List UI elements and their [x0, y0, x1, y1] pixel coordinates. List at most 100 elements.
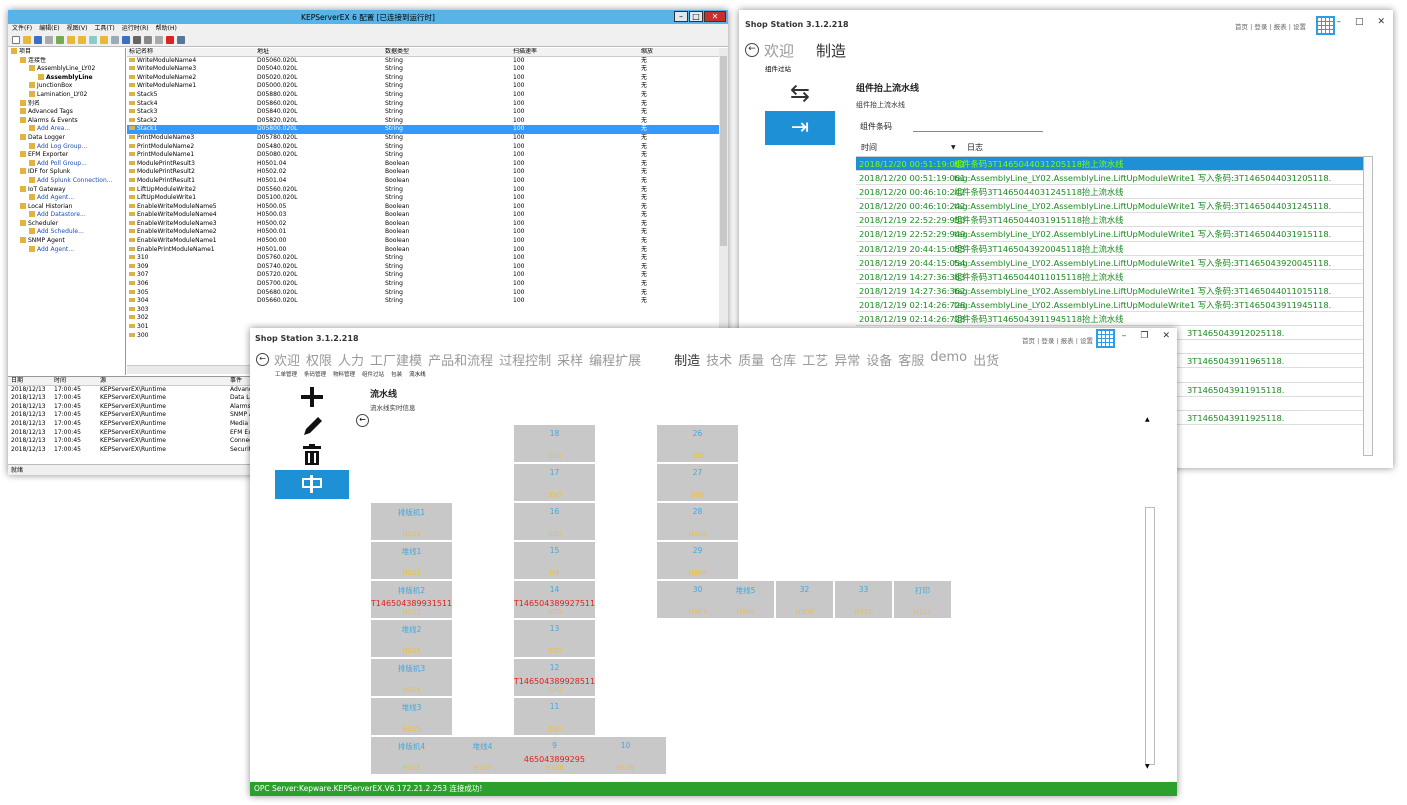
new-channel-icon[interactable] — [67, 36, 75, 44]
table-row[interactable]: EnableWriteModuleName1 H0500.00 Boolean 100… — [127, 237, 719, 246]
nav-item[interactable]: 过程控制 — [499, 350, 551, 369]
tree-item[interactable]: AssemblyLine — [8, 73, 125, 83]
table-row[interactable]: PrintModuleName2 D05480.020L String 100 无 — [127, 143, 719, 152]
line-station[interactable]: 33 H310 — [835, 581, 892, 618]
table-row[interactable]: ModulePrintResult3 H0501.04 Boolean 100 无 — [127, 160, 719, 169]
table-row[interactable]: 303 — [127, 306, 719, 315]
save-icon[interactable] — [34, 36, 42, 44]
line-station[interactable]: 13 300 — [514, 620, 595, 657]
subnav-item[interactable]: 物料管理 — [333, 370, 355, 378]
table-row[interactable]: Stack1 D05800.020L String 100 无 — [127, 125, 719, 134]
log-column-header[interactable]: 时间 — [54, 377, 100, 385]
maximize-button[interactable]: ❐ — [1140, 331, 1148, 341]
properties-icon[interactable] — [56, 36, 64, 44]
table-row[interactable]: ModulePrintResult1 H0501.04 Boolean 100 无 — [127, 177, 719, 186]
tree-item[interactable]: 连接性 — [8, 56, 125, 66]
table-row[interactable]: WriteModuleName2 D05020.020L String 100 无 — [127, 74, 719, 83]
table-row[interactable]: ModulePrintResult2 H0502.02 Boolean 100 无 — [127, 168, 719, 177]
table-row[interactable]: 307 D05720.020L String 100 无 — [127, 271, 719, 280]
menu-item[interactable]: 视图(V) — [67, 24, 88, 34]
log-row[interactable]: 2018/12/20 00:51:19:061组件条码3T14650440312… — [856, 157, 1369, 172]
line-station[interactable]: 12 3T1465043899285118300 — [514, 659, 595, 696]
log-row[interactable]: 2018/12/19 20:44:15:054tag:AssemblyLine_… — [856, 256, 1369, 270]
nav-item[interactable]: 客服 — [898, 350, 924, 369]
nav-item[interactable]: 设备 — [866, 350, 892, 369]
line-station[interactable]: 9 3T1465043899295118H108 — [514, 737, 595, 774]
maximize-button[interactable]: □ — [689, 11, 703, 22]
line-station[interactable]: 27 300 — [657, 464, 738, 501]
tree-item[interactable]: Add Agent... — [8, 194, 125, 203]
table-row[interactable]: PrintModuleName1 D05080.020L String 100 无 — [127, 151, 719, 160]
log-column-header[interactable]: 源 — [100, 377, 230, 385]
assembly-line-icon[interactable] — [275, 470, 349, 499]
line-station[interactable]: 排版机1 H101 — [371, 503, 452, 540]
table-row[interactable]: EnableWriteModuleName2 H0500.01 Boolean 100… — [127, 228, 719, 237]
table-row[interactable]: EnablePrintModuleName1 H0501.00 Boolean 100… — [127, 246, 719, 255]
tag-grid-scrollbar[interactable] — [719, 48, 728, 365]
tree-item[interactable]: Add Datastore... — [8, 211, 125, 220]
nav-item[interactable]: 采样 — [557, 350, 583, 369]
table-row[interactable]: 306 D05700.020L String 100 无 — [127, 280, 719, 289]
minimize-button[interactable]: – — [1336, 17, 1341, 27]
line-station[interactable]: 28 H304 — [657, 503, 738, 540]
nav-item[interactable]: 人力 — [338, 350, 364, 369]
table-row[interactable]: Stack4 D05860.020L String 100 无 — [127, 100, 719, 109]
tree-item[interactable]: 项目 — [8, 48, 125, 57]
table-row[interactable]: 302 — [127, 314, 719, 323]
close-button[interactable]: ✕ — [704, 11, 726, 22]
table-row[interactable]: EnableWriteModuleName4 H0500.03 Boolean 100… — [127, 211, 719, 220]
enter-icon[interactable]: ⇥ — [765, 111, 835, 145]
line-station[interactable]: 10 H109 — [585, 737, 666, 774]
tree-item[interactable]: Add Schedule... — [8, 228, 125, 237]
table-row[interactable]: Stack3 D05840.020L String 100 无 — [127, 108, 719, 117]
tree-item[interactable]: Add Log Group... — [8, 142, 125, 152]
line-station[interactable]: 堆线2 H103 — [371, 620, 452, 657]
close-button[interactable]: ✕ — [1162, 331, 1170, 341]
line-station[interactable]: 排版机2 3T1465043899315118H102 — [371, 581, 452, 618]
menu-item[interactable]: 工具(T) — [94, 24, 114, 34]
tree-item[interactable]: IDF for Splunk — [8, 168, 125, 177]
line-station[interactable]: 14 3T1465043899275118300 — [514, 581, 595, 618]
line-station[interactable]: 堆线4 H107 — [442, 737, 523, 774]
apps-grid-icon[interactable] — [1316, 16, 1335, 35]
apps-grid-icon[interactable] — [1096, 329, 1115, 348]
tree-item[interactable]: 别名 — [8, 99, 125, 109]
table-row[interactable]: LiftUpModuleWrite2 D05560.020L String 100 无 — [127, 186, 719, 195]
nav-item[interactable]: 出货 — [973, 350, 999, 369]
new-tag-icon[interactable] — [89, 36, 97, 44]
minimize-button[interactable]: – — [1122, 331, 1127, 341]
nav-item[interactable]: 异常 — [834, 350, 860, 369]
log-row[interactable]: 2018/12/19 14:27:36:362tag:AssemblyLine_… — [856, 284, 1369, 298]
column-header[interactable]: 扫描速率 — [513, 48, 641, 56]
menu-item[interactable]: 运行时(R) — [122, 24, 149, 34]
line-station[interactable]: 32 H309 — [776, 581, 833, 618]
tree-item[interactable]: Add Splunk Connection... — [8, 176, 125, 186]
project-tree[interactable]: 项目 连接性 AssemblyLine_LY02 AssemblyLine Juncti… — [8, 48, 126, 375]
column-header[interactable]: 缩放 — [641, 48, 711, 56]
tree-item[interactable]: JunctionBox — [8, 82, 125, 91]
tree-item[interactable]: Alarms & Events — [8, 116, 125, 126]
log-row[interactable]: 2018/12/19 02:14:26:728组件条码3T14650439119… — [856, 312, 1369, 327]
line-station[interactable]: 18 300 — [514, 425, 595, 462]
menu-item[interactable]: 帮助(H) — [156, 24, 177, 34]
tree-item[interactable]: EFM Exporter — [8, 151, 125, 160]
barcode-input[interactable] — [913, 131, 1043, 132]
log-row[interactable]: 2018/12/20 00:51:19:061tag:AssemblyLine_… — [856, 171, 1369, 186]
add-icon[interactable] — [275, 382, 349, 411]
tree-item[interactable]: AssemblyLine_LY02 — [8, 65, 125, 74]
nav-item[interactable]: 工厂建模 — [370, 350, 422, 369]
nav-item[interactable]: demo — [930, 350, 967, 369]
copy-icon[interactable] — [144, 36, 152, 44]
line-station[interactable]: 29 H304 — [657, 542, 738, 579]
table-row[interactable]: LiftUpModuleWrite1 D05100.020L String 100 无 — [127, 194, 719, 203]
log-row[interactable]: 2018/12/19 14:27:36:363组件条码3T14650440110… — [856, 270, 1369, 284]
bulk-tag-icon[interactable] — [111, 36, 119, 44]
nav-item[interactable]: 编程扩展 — [589, 350, 641, 369]
subnav-item[interactable]: 组件过站 — [362, 370, 384, 378]
log-row[interactable]: 2018/12/20 00:46:10:242组件条码3T14650440312… — [856, 185, 1369, 200]
new-group-icon[interactable] — [100, 36, 108, 44]
log-row[interactable]: 2018/12/19 20:44:15:055组件条码3T14650439200… — [856, 242, 1369, 256]
line-station[interactable]: 11 300 — [514, 698, 595, 735]
line-station[interactable]: 堆线3 H105 — [371, 698, 452, 735]
table-row[interactable]: PrintModuleName3 D05780.020L String 100 无 — [127, 134, 719, 143]
